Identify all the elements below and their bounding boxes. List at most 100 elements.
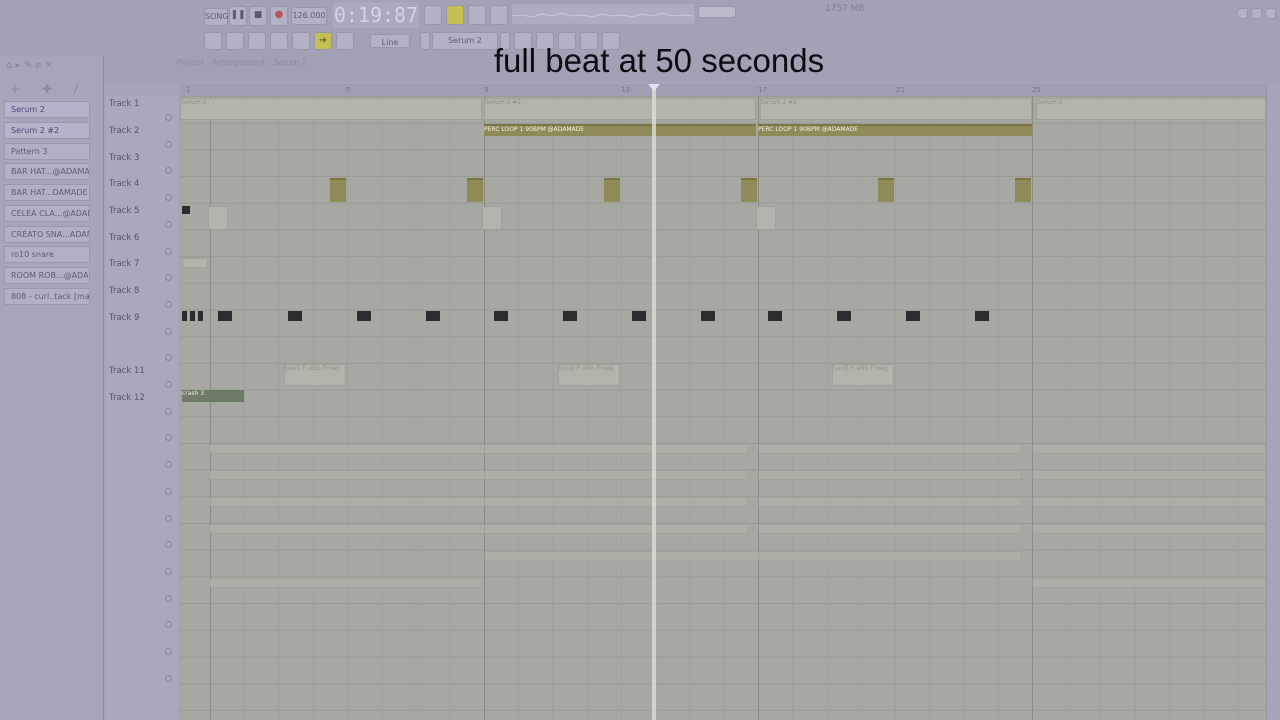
track-mute-dot-icon[interactable]	[165, 300, 172, 308]
track-label[interactable]: Track 8	[109, 286, 139, 296]
clip-faded[interactable]	[1032, 470, 1266, 480]
channel-item-celea-clap[interactable]: CELEA CLA...@ADAMADE	[4, 205, 90, 222]
clip-pattern[interactable]	[182, 258, 208, 268]
countdown-button[interactable]	[446, 5, 464, 25]
playlist-grid[interactable]: Serum 2 Serum 2 #2 Serum 2 #2 Serum 2 PE…	[180, 96, 1266, 720]
clip-fx[interactable]	[1015, 178, 1031, 202]
track-mute-dot-icon[interactable]	[165, 327, 172, 335]
plus-icon[interactable]: ✚	[42, 82, 52, 96]
track-mute-dot-icon[interactable]	[165, 140, 172, 148]
clip-fx[interactable]	[330, 178, 346, 202]
clip-hit[interactable]	[701, 311, 715, 321]
track-mute-dot-icon[interactable]	[165, 541, 172, 549]
clip-fx[interactable]	[741, 178, 757, 202]
clip-perc-loop[interactable]: PERC LOOP 1 90BPM @ADAMADE	[484, 124, 756, 136]
record-button[interactable]: ●	[270, 6, 288, 26]
track-mute-dot-icon[interactable]	[165, 274, 172, 282]
clip-faded[interactable]	[1032, 497, 1266, 507]
metronome-button[interactable]	[424, 5, 442, 25]
clip-serum-2[interactable]: Serum 2	[1036, 98, 1266, 120]
channel-item-pattern-3[interactable]: Pattern 3	[4, 143, 90, 160]
clip-hit[interactable]	[182, 311, 187, 321]
track-mute-dot-icon[interactable]	[165, 194, 172, 202]
track-label[interactable]: Track 1	[109, 99, 139, 109]
clip-hit[interactable]	[563, 311, 577, 321]
clip-faded[interactable]	[208, 524, 748, 534]
channel-item-room-rob[interactable]: ROOM ROB...@ADAMADE	[4, 267, 90, 284]
clip-hit[interactable]	[198, 311, 203, 321]
track-label[interactable]: Track 4	[109, 179, 139, 189]
track-mute-dot-icon[interactable]	[165, 487, 172, 495]
play-button[interactable]: ❚❚	[229, 6, 247, 26]
clip-fx[interactable]	[604, 178, 620, 202]
track-label[interactable]: Track 12	[109, 393, 145, 403]
channel-item-ro10-snare[interactable]: ro10 snare	[4, 246, 90, 263]
clip-hit[interactable]	[426, 311, 440, 321]
clip-vox[interactable]: [snd] F..etto f'mag	[558, 364, 620, 386]
clip-faded[interactable]	[758, 497, 1022, 507]
channel-item-creato-snare[interactable]: CREATO SNA...ADAMADE	[4, 226, 90, 243]
clip-faded[interactable]	[1032, 524, 1266, 534]
track-mute-dot-icon[interactable]	[165, 407, 172, 415]
clip-crash[interactable]: crash 3	[182, 390, 244, 402]
blend-notes-button[interactable]	[468, 5, 486, 25]
channel-item-bar-hat[interactable]: BAR HAT...@ADAMADE	[4, 163, 90, 180]
playhead-marker-icon[interactable]	[648, 84, 660, 91]
minimize-button[interactable]	[1237, 8, 1248, 19]
track-label[interactable]: Track 2	[109, 126, 139, 136]
clip-serum-2-2[interactable]: Serum 2 #2	[484, 98, 756, 120]
track-mute-dot-icon[interactable]	[165, 247, 172, 255]
playhead-line[interactable]	[652, 84, 656, 720]
clip-riser[interactable]	[208, 206, 228, 230]
add-channel-icon[interactable]: +	[10, 82, 20, 96]
track-mute-dot-icon[interactable]	[165, 434, 172, 442]
timeline-ruler[interactable]: 1 5 9 13 17 21 25	[180, 84, 1266, 96]
clip-faded[interactable]	[758, 444, 1022, 454]
clip-riser[interactable]	[482, 206, 502, 230]
clip-serum-2-2[interactable]: Serum 2 #2	[760, 98, 1032, 120]
master-volume-slider[interactable]	[698, 6, 736, 18]
clip-fx[interactable]	[467, 178, 483, 202]
clip-hit[interactable]	[632, 311, 646, 321]
track-label[interactable]: Track 5	[109, 206, 139, 216]
track-mute-dot-icon[interactable]	[165, 567, 172, 575]
tempo-display[interactable]: 126.000	[291, 7, 327, 25]
clip-faded[interactable]	[758, 470, 1022, 480]
track-label[interactable]: Track 11	[109, 366, 145, 376]
track-mute-dot-icon[interactable]	[165, 220, 172, 228]
clip-vox[interactable]: [snd] F..etto f'mag	[284, 364, 346, 386]
track-label[interactable]: Track 9	[109, 313, 139, 323]
maximize-button[interactable]	[1251, 8, 1262, 19]
clip-perc-loop[interactable]: PERC LOOP 1 90BPM @ADAMADE	[758, 124, 1032, 136]
pencil-icon[interactable]: ∕	[74, 82, 78, 96]
clip-hit[interactable]	[837, 311, 851, 321]
stop-button[interactable]: ■	[249, 6, 267, 26]
clip-riser[interactable]	[756, 206, 776, 230]
channel-item-serum-2-2[interactable]: Serum 2 #2	[4, 122, 90, 139]
track-mute-dot-icon[interactable]	[165, 674, 172, 682]
clip-hit[interactable]	[975, 311, 989, 321]
clip-faded[interactable]	[208, 444, 748, 454]
clip-hit[interactable]	[357, 311, 371, 321]
close-button[interactable]	[1265, 8, 1276, 19]
track-mute-dot-icon[interactable]	[165, 594, 172, 602]
clip-faded[interactable]	[208, 578, 482, 588]
clip-hit[interactable]	[288, 311, 302, 321]
loop-record-button[interactable]	[490, 5, 508, 25]
track-mute-dot-icon[interactable]	[165, 514, 172, 522]
channel-item-serum-2[interactable]: Serum 2	[4, 101, 90, 118]
channel-item-bar-hat-2[interactable]: BAR HAT...DAMADE #2	[4, 184, 90, 201]
song-mode-button[interactable]: SONG	[204, 8, 229, 26]
clip-faded[interactable]	[208, 497, 748, 507]
clip-hit[interactable]	[190, 311, 195, 321]
clip-serum-2[interactable]: Serum 2	[180, 98, 482, 120]
clip-hit[interactable]	[494, 311, 508, 321]
track-mute-dot-icon[interactable]	[165, 167, 172, 175]
clip-faded[interactable]	[484, 551, 1022, 561]
vertical-scrollbar[interactable]	[1266, 84, 1280, 720]
track-label[interactable]: Track 3	[109, 153, 139, 163]
track-mute-dot-icon[interactable]	[165, 461, 172, 469]
clip-hit[interactable]	[906, 311, 920, 321]
clip-hit[interactable]	[218, 311, 232, 321]
track-mute-dot-icon[interactable]	[165, 354, 172, 362]
